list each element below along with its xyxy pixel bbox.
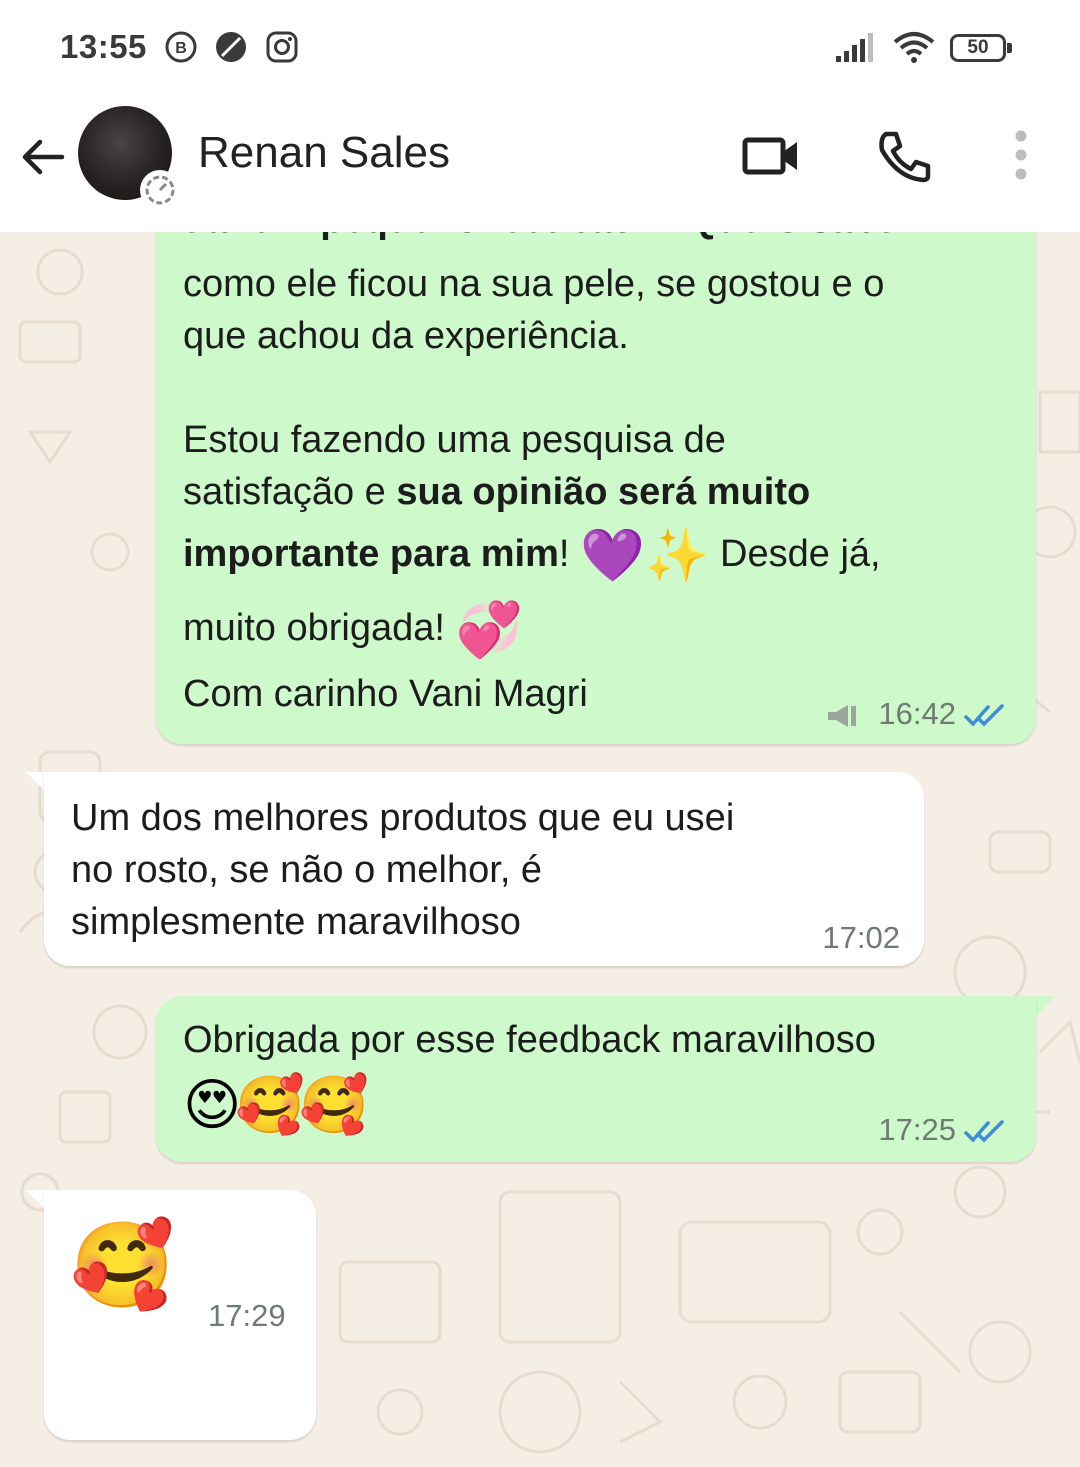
- message-text: Um dos melhores produtos que eu usei no …: [71, 797, 735, 943]
- message-text: Com carinho Vani Magri: [183, 673, 588, 715]
- battery-icon: 50: [950, 34, 1014, 62]
- message-time: 17:02: [822, 920, 900, 955]
- message-text: Obrigada por esse feedback maravilhoso: [183, 1019, 876, 1061]
- message-bubble-incoming[interactable]: Um dos melhores produtos que eu usei no …: [44, 772, 924, 966]
- message-text-plain: !: [558, 533, 580, 575]
- double-check-read-icon: [964, 704, 1004, 727]
- battery-level: 50: [967, 37, 989, 58]
- signal-icon: [836, 33, 873, 62]
- message-bubble-outgoing[interactable]: Obrigada por esse feedback maravilhoso 😍…: [156, 996, 1036, 1162]
- message-time: 16:42: [878, 696, 956, 731]
- message-meta: 17:25: [878, 1112, 1010, 1148]
- broadcast-icon: [828, 704, 857, 727]
- status-time: 13:55: [60, 28, 147, 65]
- message-text: importante para mim! 💜✨ Desde já,: [183, 528, 881, 582]
- smiling-face-with-hearts-emoji: 🥰: [70, 1218, 175, 1312]
- more-vert-icon[interactable]: [998, 128, 1044, 184]
- wifi-icon: [893, 32, 935, 63]
- bubble-tail: [1034, 996, 1056, 1018]
- message-text-plain: muito obrigada!: [183, 607, 456, 649]
- message-time: 17:29: [208, 1298, 286, 1333]
- message-meta: 16:42: [826, 696, 1010, 732]
- two-hearts-emoji: 💞: [455, 599, 523, 660]
- message-bubble-incoming[interactable]: 🥰 17:29: [44, 1190, 316, 1440]
- double-check-read-icon: [964, 1120, 1004, 1143]
- message-text: muito obrigada! 💞: [183, 599, 523, 660]
- chat-header: Renan Sales: [0, 98, 1080, 232]
- phone-icon[interactable]: [874, 128, 936, 184]
- svg-text:B: B: [175, 40, 187, 57]
- message-time: 17:25: [878, 1112, 956, 1147]
- video-call-icon[interactable]: [740, 128, 802, 184]
- instagram-icon: [266, 31, 298, 63]
- message-text-plain: Desde já,: [709, 533, 881, 575]
- message-text: como ele ficou na sua pele, se gostou e …: [183, 263, 885, 357]
- chat-area[interactable]: dar um pequeno feedback? Quero saber com…: [0, 232, 1080, 1467]
- message-text: Estou fazendo uma pesquisa de satisfação…: [183, 414, 810, 518]
- b-badge-icon: B: [165, 31, 197, 63]
- back-arrow-icon[interactable]: [16, 130, 70, 184]
- message-text-bold: sua opinião será muito: [396, 471, 811, 513]
- message-bubble-outgoing[interactable]: dar um pequeno feedback? Quero saber com…: [156, 232, 1036, 744]
- status-bar: 13:55 B 50: [0, 0, 1080, 98]
- heart-eyes-smiling-hearts-emojis: 😍🥰🥰: [183, 1073, 369, 1136]
- moon-icon: [216, 32, 246, 62]
- message-text-bold: importante para mim: [183, 533, 559, 575]
- message-text-cut: dar um pequeno feedback? Quero saber: [183, 232, 912, 246]
- purple-heart-sparkles-emoji: 💜✨: [580, 526, 710, 585]
- status-ring-icon: [140, 170, 180, 210]
- contact-name[interactable]: Renan Sales: [198, 128, 450, 178]
